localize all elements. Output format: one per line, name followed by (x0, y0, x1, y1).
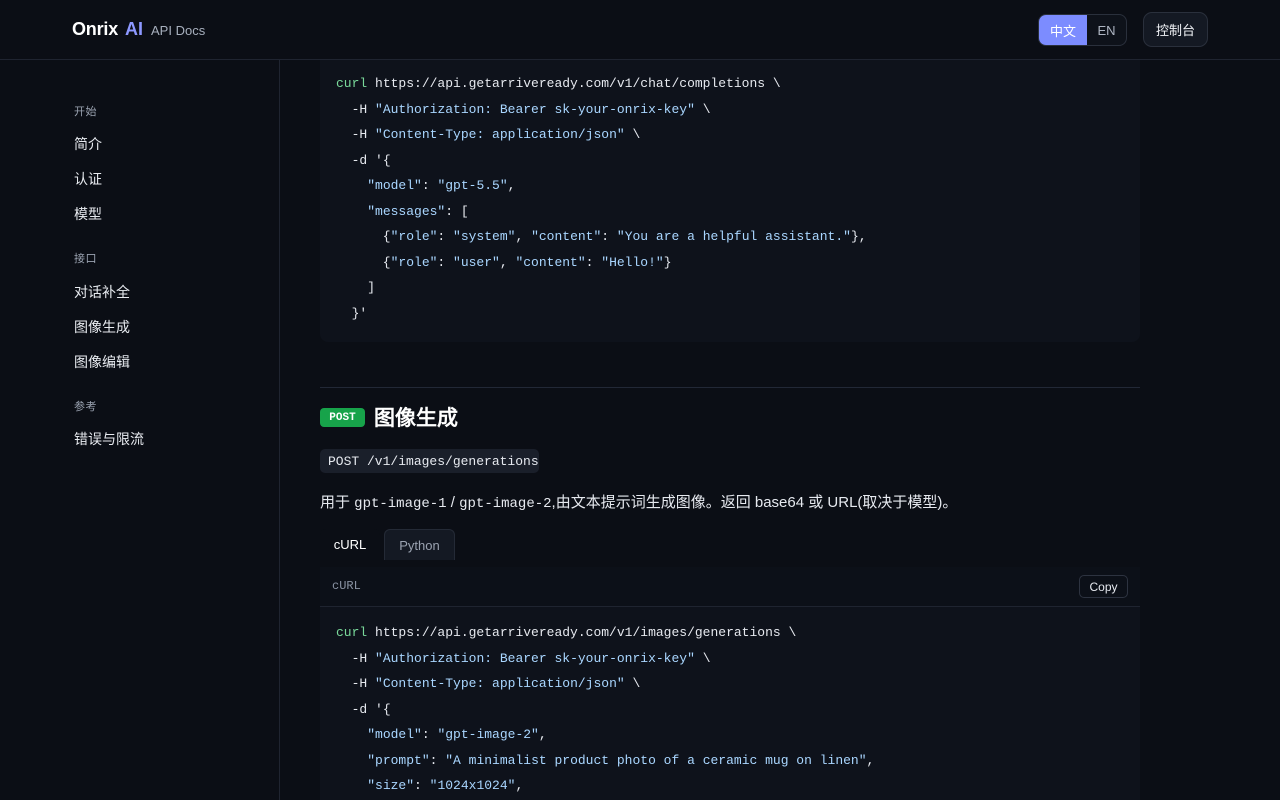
tab-python[interactable]: Python (384, 529, 455, 560)
code-line: ] (336, 280, 376, 295)
sidebar-item-intro[interactable]: 简介 (74, 134, 102, 154)
brand-subtitle: API Docs (151, 23, 206, 38)
code-language-label: cURL (332, 579, 361, 593)
code-line: -H "Content-Type: application/json" \ (351, 127, 641, 142)
lang-en-button[interactable]: EN (1087, 15, 1126, 45)
code-block-image: curl https://api.getarriveready.com/v1/i… (320, 607, 1140, 800)
post-badge: POST (320, 408, 365, 427)
sidebar-section-title: 参考 (74, 401, 97, 413)
brand-ai: AI (125, 19, 144, 39)
code-line: curl https://api.getarriveready.com/v1/i… (336, 625, 797, 640)
code-line: "prompt": "A minimalist product photo of… (367, 752, 875, 768)
code-line: }' (351, 305, 368, 321)
brand-name: Onrix (72, 19, 119, 39)
sidebar-section-title: 开始 (74, 106, 97, 118)
code-line: "model": "gpt-image-2", (367, 727, 547, 742)
section-title: 图像生成 (374, 407, 458, 430)
language-toggle: 中文 EN (1038, 14, 1127, 46)
code-line: -d '{ (351, 152, 391, 168)
code-header: cURL Copy (320, 567, 1140, 607)
code-line: -H "Content-Type: application/json" \ (351, 676, 641, 691)
sidebar-item-image-generation[interactable]: 图像生成 (74, 317, 130, 337)
sidebar-item-chat-completions[interactable]: 对话补全 (74, 282, 130, 302)
code-line: curl https://api.getarriveready.com/v1/c… (336, 76, 781, 91)
model-name: gpt-image-1 (354, 496, 447, 512)
code-line: -H "Authorization: Bearer sk-your-onrix-… (351, 101, 711, 117)
code-line: -H "Authorization: Bearer sk-your-onrix-… (351, 650, 711, 666)
sidebar-section-title: 接口 (74, 253, 97, 265)
endpoint-path: POST /v1/images/generations (320, 449, 539, 473)
code-line: "size": "1024x1024", (367, 778, 524, 793)
sidebar-item-auth[interactable]: 认证 (74, 169, 102, 189)
brand-logo[interactable]: Onrix AI API Docs (72, 19, 205, 40)
sidebar-item-errors[interactable]: 错误与限流 (74, 429, 144, 449)
lang-zh-button[interactable]: 中文 (1039, 15, 1087, 45)
model-name: gpt-image-2 (459, 496, 552, 512)
top-bar: Onrix AI API Docs 中文 EN 控制台 (0, 0, 1280, 60)
code-block-chat: curl https://api.getarriveready.com/v1/c… (320, 60, 1140, 342)
tab-curl[interactable]: cURL (320, 529, 380, 560)
code-line: "model": "gpt-5.5", (367, 178, 516, 193)
sidebar-item-image-edit[interactable]: 图像编辑 (74, 352, 130, 372)
console-button[interactable]: 控制台 (1143, 12, 1208, 47)
sidebar-nav: 开始 简介 认证 模型 接口 对话补全 图像生成 图像编辑 参考 错误与限流 (0, 60, 280, 800)
code-line: "messages": [ (367, 203, 469, 219)
section-divider (320, 387, 1140, 388)
copy-button[interactable]: Copy (1079, 575, 1128, 598)
code-line: {"role": "user", "content": "Hello!"} (336, 254, 672, 270)
sidebar-item-models[interactable]: 模型 (74, 204, 102, 224)
section-description: 用于 gpt-image-1 / gpt-image-2,由文本提示词生成图像。… (320, 494, 958, 512)
code-line: -d '{ (351, 701, 391, 717)
code-line: {"role": "system", "content": "You are a… (336, 229, 867, 244)
